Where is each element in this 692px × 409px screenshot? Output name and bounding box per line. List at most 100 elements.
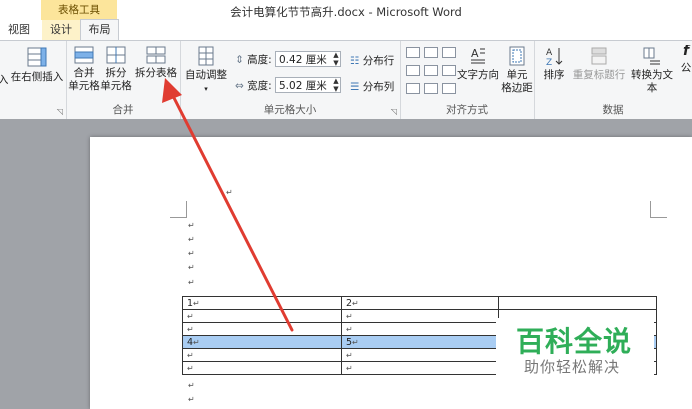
repeat-header-label: 重复标题行	[572, 69, 626, 81]
tab-view[interactable]: 视图	[2, 20, 36, 40]
cell-size-launcher-icon[interactable]: ◹	[391, 107, 397, 116]
tab-layout[interactable]: 布局	[80, 19, 119, 41]
crop-mark-right	[650, 201, 667, 218]
repeat-header-icon	[591, 47, 607, 65]
autofit-button[interactable]: 自动调整 ▾	[182, 45, 230, 96]
group-merge: 合并 单元格 拆分 单元格 拆分表格 合并	[66, 41, 181, 119]
ribbon-tabs: 视图 设计 布局	[0, 19, 692, 41]
sort-label: 排序	[543, 69, 565, 81]
convert-to-text-icon	[643, 47, 660, 65]
insert-right-icon	[27, 47, 47, 67]
merge-cells-label-1: 合并	[73, 67, 95, 79]
height-label: ⇕ 高度:	[235, 52, 272, 67]
crop-mark-left	[170, 201, 187, 218]
cell-margins-button[interactable]: 单元 格边距	[500, 45, 534, 95]
insert-right-label: 在右侧插入	[10, 71, 64, 83]
split-table-button[interactable]: 拆分表格	[132, 45, 180, 80]
paragraph-mark: ↵	[188, 221, 195, 230]
width-label-text: 宽度:	[247, 80, 272, 92]
table-cell[interactable]	[498, 296, 657, 310]
paragraph-mark: ↵	[188, 278, 195, 287]
group-alignment: A 文字方向 单元 格边距 对齐方式	[400, 41, 535, 119]
text-direction-icon: A	[471, 47, 485, 64]
table-cell[interactable]: ↵	[341, 348, 499, 362]
formula-label-partial: 公	[680, 62, 692, 74]
text-direction-button[interactable]: A 文字方向	[456, 45, 500, 82]
split-table-icon	[146, 46, 166, 64]
group-rows-columns: 入 在右侧插入 ◹	[0, 41, 67, 119]
align-top-left-icon[interactable]	[406, 47, 420, 58]
autofit-dropdown-icon: ▾	[204, 85, 208, 93]
width-spinner[interactable]: ▲ ▼	[331, 77, 341, 93]
row-height-icon: ⇕	[235, 54, 244, 66]
watermark-title: 百科全说	[516, 325, 633, 358]
svg-text:A: A	[546, 48, 553, 58]
distribute-rows-button[interactable]: ☷ 分布行	[350, 53, 394, 68]
merge-cells-icon	[74, 46, 94, 64]
paragraph-mark: ↵	[188, 395, 195, 404]
table-cell[interactable]: ↵	[182, 309, 342, 323]
split-cells-label-2: 单元格	[100, 80, 132, 92]
table-cell[interactable]: ↵	[341, 322, 499, 336]
ribbon: 入 在右侧插入 ◹ 合并 单元格 拆分 单元格 拆分表格 合并 自动调整 ▾ ⇕…	[0, 40, 692, 120]
cell-margins-icon	[509, 46, 525, 66]
watermark-subtitle: 助你轻松解决	[524, 358, 621, 376]
table-cell[interactable]: ↵	[341, 309, 499, 323]
table-cell[interactable]: 1↵	[182, 296, 342, 310]
convert-to-text-label: 转换为文本	[631, 69, 673, 94]
autofit-label: 自动调整	[185, 69, 227, 81]
distribute-cols-icon: ☰	[350, 81, 360, 93]
align-bottom-left-icon[interactable]	[406, 83, 420, 94]
paragraph-mark: ↵	[226, 188, 233, 197]
table-cell[interactable]: ↵	[182, 348, 342, 362]
table-cell[interactable]: ↵	[341, 361, 499, 375]
align-middle-left-icon[interactable]	[406, 65, 420, 76]
align-middle-center-icon[interactable]	[424, 65, 438, 76]
table-cell[interactable]: ↵	[182, 361, 342, 375]
paragraph-mark: ↵	[188, 263, 195, 272]
merge-cells-label-2: 单元格	[68, 80, 100, 92]
height-label-text: 高度:	[247, 54, 272, 66]
split-table-label: 拆分表格	[135, 67, 177, 79]
table-row: 1↵ 2↵	[182, 296, 657, 310]
insert-left-button-partial[interactable]: 入	[0, 74, 9, 87]
distribute-rows-label: 分布行	[362, 55, 395, 67]
paragraph-mark: ↵	[188, 381, 195, 390]
align-middle-right-icon[interactable]	[442, 65, 456, 76]
paragraph-mark: ↵	[188, 249, 195, 258]
data-group-label: 数据	[602, 104, 624, 116]
table-cell[interactable]: 5↵	[341, 335, 499, 349]
align-top-right-icon[interactable]	[442, 47, 456, 58]
merge-cells-button[interactable]: 合并 单元格	[68, 45, 100, 93]
distribute-cols-button[interactable]: ☰ 分布列	[350, 79, 394, 94]
svg-text:A: A	[471, 47, 479, 60]
convert-to-text-button[interactable]: 转换为文本	[626, 45, 678, 95]
repeat-header-button[interactable]: 重复标题行	[572, 45, 626, 82]
distribute-cols-label: 分布列	[362, 81, 395, 93]
text-direction-label: 文字方向	[457, 69, 499, 81]
sort-button[interactable]: A Z 排序	[538, 45, 570, 82]
group-data: A Z 排序 重复标题行 转换为文本 f 公 数据	[534, 41, 692, 119]
split-cells-button[interactable]: 拆分 单元格	[100, 45, 132, 93]
table-cell[interactable]: 2↵	[341, 296, 499, 310]
height-spinner[interactable]: ▲ ▼	[331, 51, 341, 67]
tab-design[interactable]: 设计	[42, 20, 80, 40]
autofit-icon	[198, 46, 214, 66]
paragraph-mark: ↵	[188, 235, 195, 244]
rows-columns-launcher-icon[interactable]: ◹	[57, 107, 63, 116]
align-top-center-icon[interactable]	[424, 47, 438, 58]
align-bottom-center-icon[interactable]	[424, 83, 438, 94]
table-cell[interactable]: ↵	[182, 322, 342, 336]
formula-icon: f	[682, 45, 690, 59]
insert-right-button[interactable]: 在右侧插入	[8, 45, 66, 84]
group-cell-size: 自动调整 ▾ ⇕ 高度: 0.42 厘米 ▲ ▼ ⇔ 宽度: 5.02 厘米 ▲ ▼…	[180, 41, 401, 119]
alignment-group-label: 对齐方式	[446, 104, 488, 116]
svg-text:Z: Z	[546, 58, 552, 67]
split-cells-icon	[106, 46, 126, 64]
table-cell[interactable]: 4↵	[182, 335, 342, 349]
cell-size-group-label: 单元格大小	[263, 104, 317, 116]
table-tools-context-label: 表格工具	[41, 0, 117, 21]
formula-button-partial[interactable]: f 公	[680, 45, 692, 75]
cell-margins-label-2: 格边距	[501, 82, 533, 94]
align-bottom-right-icon[interactable]	[442, 83, 456, 94]
